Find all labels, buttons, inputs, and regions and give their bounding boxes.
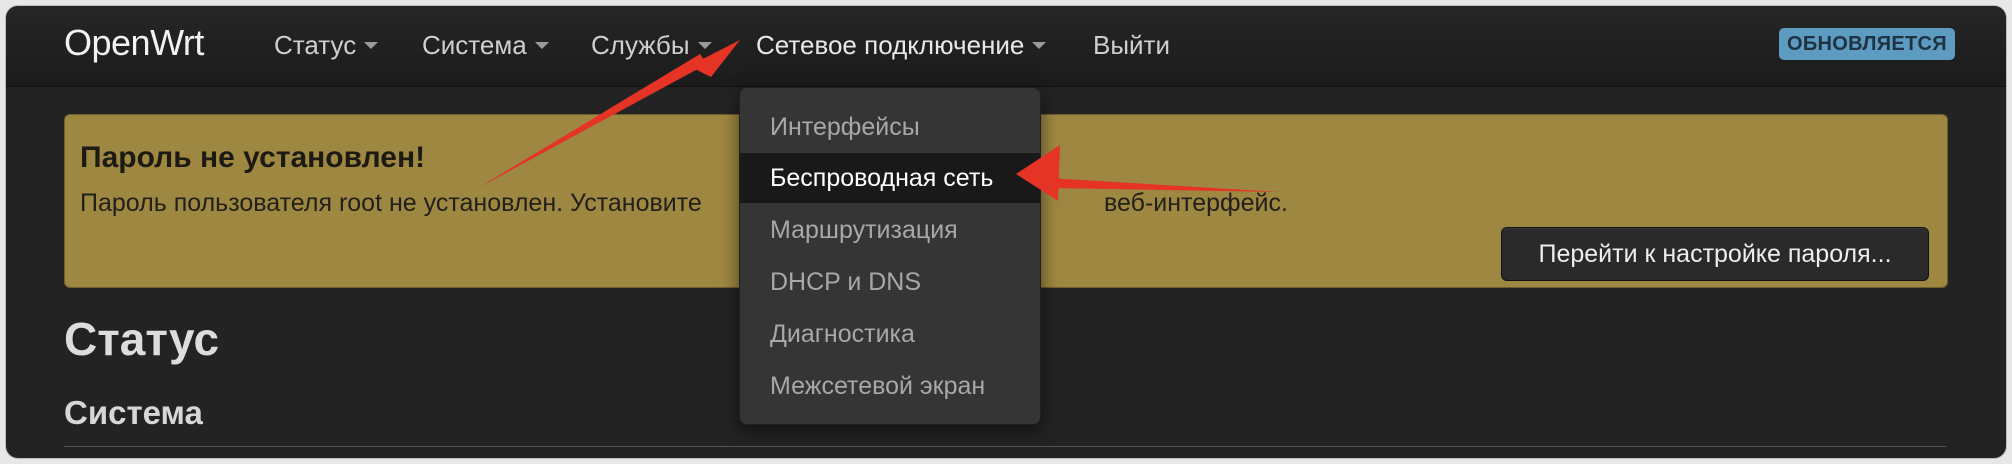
section-title: Система: [64, 394, 203, 431]
dropdown-item-wireless[interactable]: Беспроводная сеть: [740, 153, 1040, 203]
nav-logout[interactable]: Выйти: [1093, 30, 1170, 61]
caret-down-icon: [364, 41, 379, 49]
top-navbar: OpenWrt Статус Система Службы Сетевое по…: [6, 6, 2006, 87]
nav-menu-status-label: Статус: [274, 30, 357, 60]
alert-text: Пароль пользователя root не установлен. …: [80, 189, 1288, 218]
dropdown-item-dhcp-dns[interactable]: DHCP и DNS: [740, 257, 1040, 307]
caret-down-icon: [534, 41, 549, 49]
nav-menu-status[interactable]: Статус: [274, 30, 379, 61]
alert-title: Пароль не установлен!: [80, 141, 426, 174]
alert-text-left: Пароль пользователя root не установлен. …: [80, 189, 702, 217]
brand-logo[interactable]: OpenWrt: [64, 22, 204, 64]
nav-menu-network-label: Сетевое подключение: [756, 30, 1025, 60]
nav-logout-label: Выйти: [1093, 30, 1170, 60]
alert-text-right: веб-интерфейс.: [1104, 189, 1288, 217]
caret-down-icon: [697, 41, 712, 49]
status-badge: ОБНОВЛЯЕТСЯ: [1779, 28, 1955, 60]
section-divider: [64, 446, 1946, 447]
caret-down-icon: [1032, 41, 1047, 49]
nav-menu-system[interactable]: Система: [422, 30, 549, 61]
nav-menu-services-label: Службы: [591, 30, 690, 60]
go-to-password-settings-button[interactable]: Перейти к настройке пароля...: [1501, 227, 1929, 281]
browser-frame: OpenWrt Статус Система Службы Сетевое по…: [6, 6, 2006, 458]
nav-menu-system-label: Система: [422, 30, 527, 60]
dropdown-item-routing[interactable]: Маршрутизация: [740, 205, 1040, 255]
nav-menu-services[interactable]: Службы: [591, 30, 712, 61]
network-dropdown-menu: Интерфейсы Беспроводная сеть Маршрутизац…: [739, 87, 1041, 425]
dropdown-item-diagnostics[interactable]: Диагностика: [740, 309, 1040, 359]
page-title: Статус: [64, 313, 220, 365]
nav-menu-network[interactable]: Сетевое подключение: [756, 30, 1047, 61]
dropdown-item-firewall[interactable]: Межсетевой экран: [740, 361, 1040, 411]
dropdown-item-interfaces[interactable]: Интерфейсы: [740, 102, 1040, 152]
